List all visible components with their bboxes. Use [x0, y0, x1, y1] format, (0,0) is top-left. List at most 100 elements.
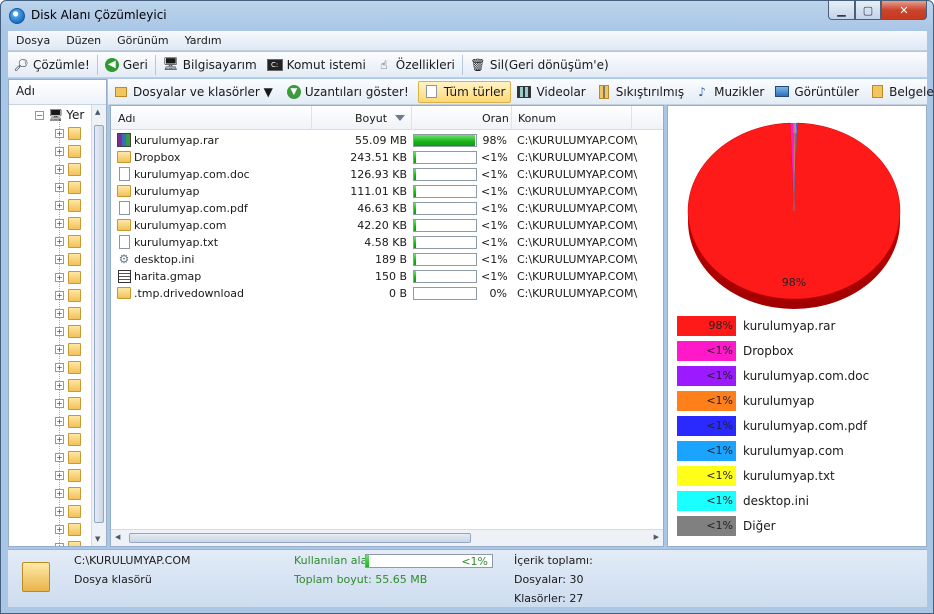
close-button[interactable]: ✕	[881, 1, 927, 20]
analyze-button[interactable]: 🔎︎ Çözümle!	[8, 54, 95, 76]
pie-chart[interactable]: 98%	[668, 106, 926, 311]
tree-node[interactable]: +	[55, 161, 89, 178]
expand-icon[interactable]: +	[55, 525, 64, 534]
compressed-button[interactable]: Sıkıştırılmış	[591, 81, 689, 103]
scroll-right-icon[interactable]: ▶	[654, 533, 659, 541]
scroll-thumb[interactable]	[94, 125, 104, 523]
documents-button[interactable]: Belgeler	[864, 81, 934, 103]
legend-item[interactable]: <1% kurulumyap.txt	[677, 466, 835, 486]
tree-node[interactable]: +	[55, 269, 89, 286]
tree-scrollbar[interactable]: ▲ ▼	[91, 105, 106, 546]
column-separator[interactable]	[631, 106, 632, 130]
tree-node[interactable]: +	[55, 341, 89, 358]
table-row[interactable]: kurulumyap.rar 55.09 MB 98% C:\KURULUMYAP.C…	[111, 132, 663, 149]
tree-node[interactable]: +	[55, 233, 89, 250]
table-row[interactable]: harita.gmap 150 B <1% C:\KURULUMYAP.COM\	[111, 268, 663, 285]
column-location[interactable]: Konum	[518, 112, 556, 125]
expand-icon[interactable]: +	[55, 183, 64, 192]
expand-icon[interactable]: +	[55, 345, 64, 354]
files-folders-dropdown[interactable]: Dosyalar ve klasörler ▼	[108, 81, 278, 103]
tree-node[interactable]: +	[55, 539, 89, 546]
legend-item[interactable]: <1% kurulumyap.com.pdf	[677, 416, 867, 436]
tree-node[interactable]: +	[55, 251, 89, 268]
back-button[interactable]: ◀ Geri	[100, 54, 153, 76]
column-separator[interactable]	[311, 106, 312, 130]
tree-node[interactable]: +	[55, 287, 89, 304]
tree-node[interactable]: +	[55, 179, 89, 196]
expand-icon[interactable]: +	[55, 543, 64, 546]
tree-node[interactable]: +	[55, 521, 89, 538]
delete-recycle-button[interactable]: 🗑︎ Sil(Geri dönüşüm'e)	[465, 54, 614, 76]
column-ratio[interactable]: Oran	[482, 112, 509, 125]
tree-node[interactable]: +	[55, 377, 89, 394]
expand-icon[interactable]: +	[55, 309, 64, 318]
table-row[interactable]: Dropbox 243.51 KB <1% C:\KURULUMYAP.COM\	[111, 149, 663, 166]
tree-node[interactable]: +	[55, 125, 89, 142]
music-button[interactable]: ♪ Muzikler	[689, 81, 769, 103]
expand-icon[interactable]: +	[55, 201, 64, 210]
column-size[interactable]: Boyut	[355, 112, 387, 125]
tree-header[interactable]: Adı	[9, 80, 106, 105]
properties-button[interactable]: ☝ Özellikleri	[371, 54, 460, 76]
expand-icon[interactable]: +	[55, 507, 64, 516]
command-prompt-button[interactable]: C: Komut istemi	[262, 54, 371, 76]
legend-item[interactable]: <1% Dropbox	[677, 341, 794, 361]
expand-icon[interactable]: +	[55, 381, 64, 390]
tree-node[interactable]: +	[55, 449, 89, 466]
table-row[interactable]: kurulumyap.com 42.20 KB <1% C:\KURULUMYAP.C…	[111, 217, 663, 234]
table-row[interactable]: ⚙ desktop.ini 189 B <1% C:\KURULUMYAP.COM\	[111, 251, 663, 268]
all-types-button[interactable]: Tüm türler	[417, 80, 512, 103]
expand-icon[interactable]: +	[55, 129, 64, 138]
images-button[interactable]: Görüntüler	[769, 81, 864, 103]
tree-node[interactable]: +	[55, 503, 89, 520]
column-separator[interactable]	[411, 106, 412, 130]
tree-root[interactable]: − 🖥︎ Yer	[35, 108, 84, 122]
scroll-thumb[interactable]	[129, 533, 471, 543]
legend-item[interactable]: <1% Diğer	[677, 516, 776, 536]
tree-node[interactable]: +	[55, 395, 89, 412]
maximize-button[interactable]: ▢	[855, 1, 881, 20]
tree-node[interactable]: +	[55, 467, 89, 484]
videos-button[interactable]: Videolar	[511, 81, 590, 103]
expand-icon[interactable]: +	[55, 255, 64, 264]
expand-icon[interactable]: +	[55, 363, 64, 372]
expand-icon[interactable]: +	[55, 291, 64, 300]
show-extensions-button[interactable]: ▼ Uzantıları göster!	[282, 81, 414, 103]
collapse-icon[interactable]: −	[35, 110, 44, 120]
tree-node[interactable]: +	[55, 431, 89, 448]
tree-node[interactable]: +	[55, 143, 89, 160]
expand-icon[interactable]: +	[55, 165, 64, 174]
legend-item[interactable]: <1% desktop.ini	[677, 491, 809, 511]
minimize-button[interactable]: ▁	[828, 1, 855, 20]
expand-icon[interactable]: +	[55, 147, 64, 156]
table-row[interactable]: kurulumyap.com.pdf 46.63 KB <1% C:\KURULUMY…	[111, 200, 663, 217]
expand-icon[interactable]: +	[55, 399, 64, 408]
legend-item[interactable]: <1% kurulumyap	[677, 391, 814, 411]
expand-icon[interactable]: +	[55, 219, 64, 228]
table-row[interactable]: .tmp.drivedownload 0 B 0% C:\KURULUMYAP.COM…	[111, 285, 663, 302]
scroll-up-icon[interactable]: ▲	[95, 108, 100, 116]
tree-node[interactable]: +	[55, 485, 89, 502]
table-row[interactable]: kurulumyap.txt 4.58 KB <1% C:\KURULUMYAP.CO…	[111, 234, 663, 251]
menu-gorunum[interactable]: Görünüm	[109, 34, 176, 47]
expand-icon[interactable]: +	[55, 471, 64, 480]
expand-icon[interactable]: +	[55, 417, 64, 426]
legend-item[interactable]: <1% kurulumyap.com.doc	[677, 366, 869, 386]
tree-node[interactable]: +	[55, 197, 89, 214]
column-name[interactable]: Adı	[118, 112, 135, 125]
tree-node[interactable]: +	[55, 359, 89, 376]
tree-node[interactable]: +	[55, 323, 89, 340]
expand-icon[interactable]: +	[55, 327, 64, 336]
tree-node[interactable]: +	[55, 215, 89, 232]
scroll-down-icon[interactable]: ▼	[95, 535, 100, 543]
expand-icon[interactable]: +	[55, 237, 64, 246]
expand-icon[interactable]: +	[55, 453, 64, 462]
menu-duzen[interactable]: Düzen	[58, 34, 109, 47]
menu-dosya[interactable]: Dosya	[8, 34, 58, 47]
list-hscrollbar[interactable]: ◀ ▶	[111, 529, 663, 546]
table-row[interactable]: kurulumyap 111.01 KB <1% C:\KURULUMYAP.COM\	[111, 183, 663, 200]
table-row[interactable]: kurulumyap.com.doc 126.93 KB <1% C:\KURULUM…	[111, 166, 663, 183]
tree-node[interactable]: +	[55, 413, 89, 430]
menu-yardim[interactable]: Yardım	[177, 34, 230, 47]
my-computer-button[interactable]: 🖥︎ Bilgisayarım	[158, 54, 262, 76]
